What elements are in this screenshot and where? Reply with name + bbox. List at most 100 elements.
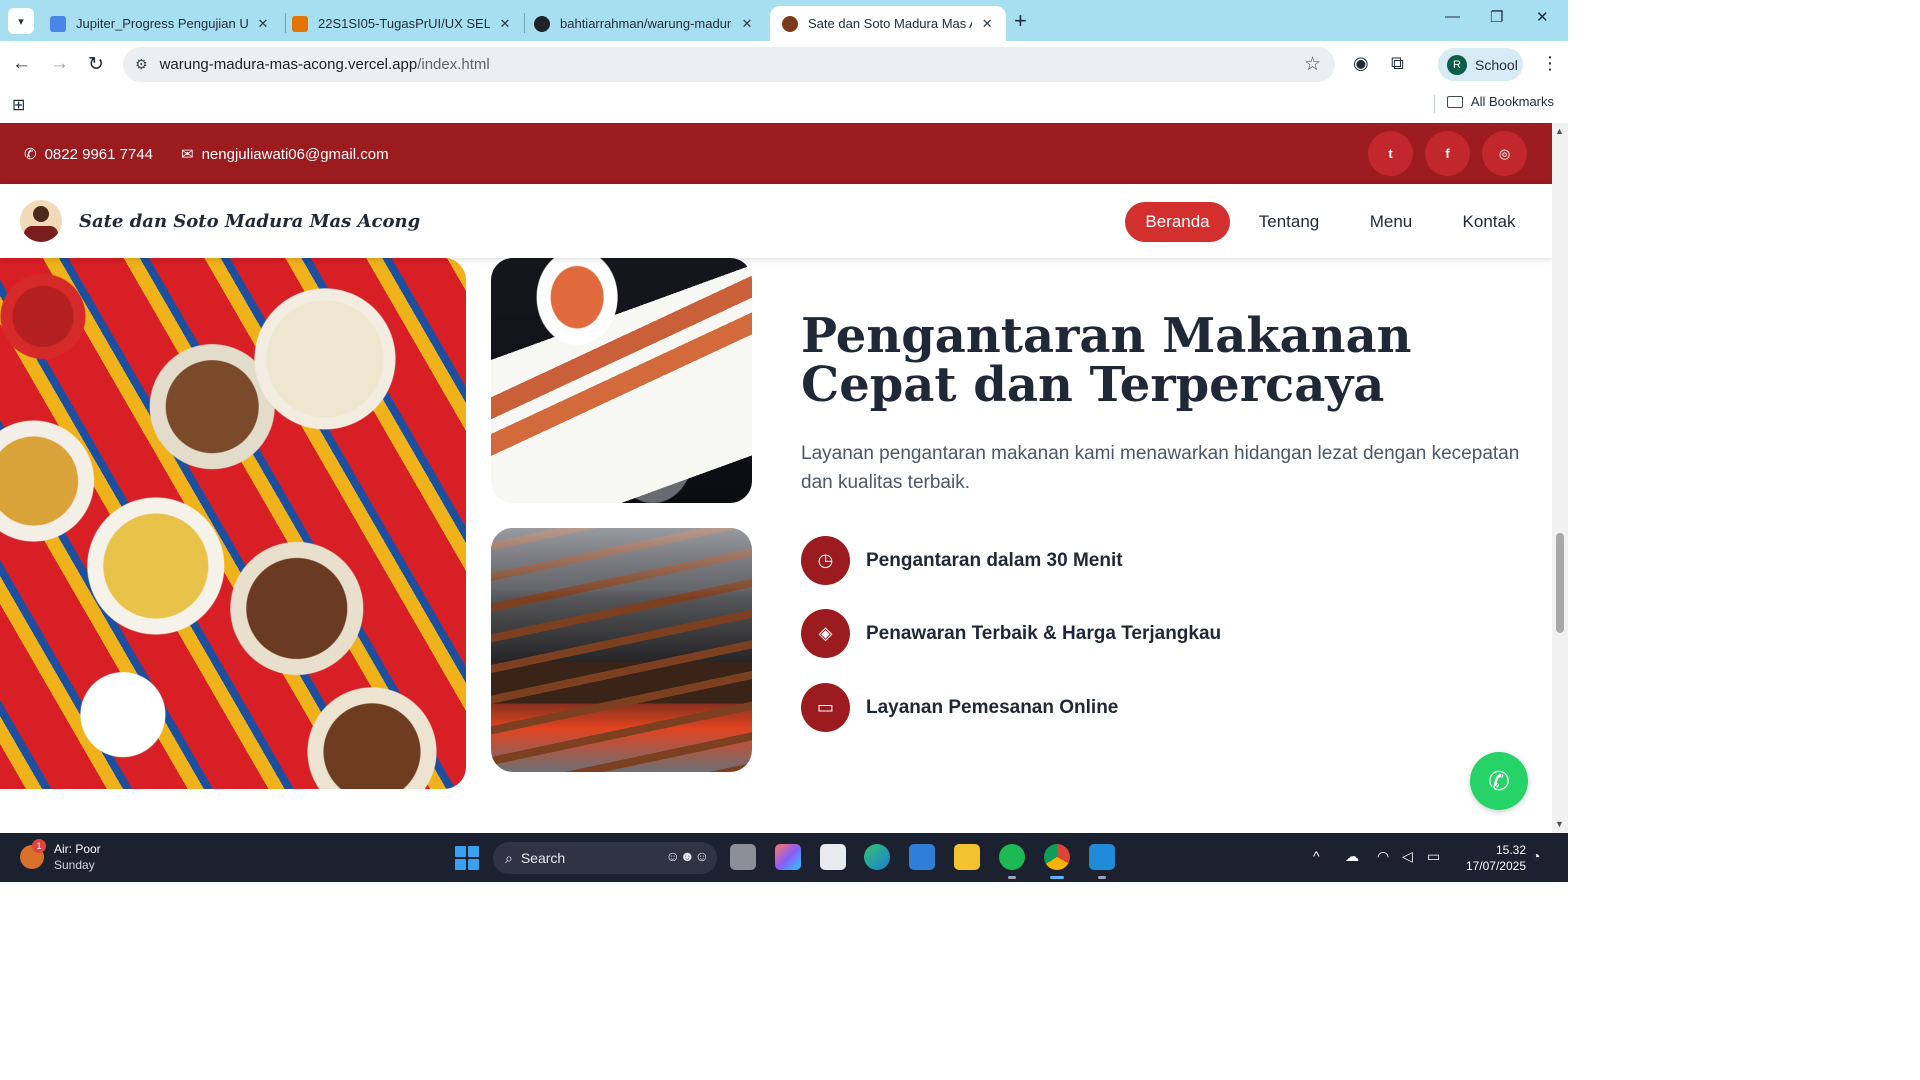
windows-start-icon[interactable]: [455, 846, 479, 870]
clock-date: 17/07/2025: [1465, 859, 1526, 873]
system-clock[interactable]: 15.32 17/07/2025: [1460, 842, 1526, 874]
url-text[interactable]: warung-madura-mas-acong.vercel.app/index…: [160, 56, 490, 73]
page-scrollbar[interactable]: ▲ ▼: [1552, 123, 1568, 833]
microsoft-store-icon[interactable]: [820, 844, 846, 870]
feature-item: ◷ Pengantaran dalam 30 Menit: [801, 536, 1123, 585]
brand-name[interactable]: Sate dan Soto Madura Mas Acong: [79, 211, 420, 232]
feature-item: ◈ Penawaran Terbaik & Harga Terjangkau: [801, 609, 1221, 658]
phone-contact[interactable]: ✆ 0822 9961 7744: [24, 145, 154, 164]
file-explorer-icon[interactable]: [954, 844, 980, 870]
scroll-down-arrow-icon[interactable]: ▼: [1555, 819, 1564, 829]
search-icon: ⌕: [505, 849, 513, 866]
folder-icon: [1446, 95, 1463, 108]
nav-kontak[interactable]: Kontak: [1450, 202, 1528, 242]
restore-icon[interactable]: ❐: [1490, 8, 1503, 26]
taskbar-search[interactable]: ⌕ Search ☺☻☺: [493, 842, 717, 874]
apps-grid-icon[interactable]: ⊞: [12, 95, 25, 115]
bookmark-star-icon[interactable]: ☆: [1304, 53, 1321, 76]
chevron-down-icon: ▾: [18, 15, 24, 28]
tab-github[interactable]: bahtiarrahman/warung-madura ✕: [522, 6, 767, 41]
scroll-up-arrow-icon[interactable]: ▲: [1555, 126, 1564, 136]
phone-number: 0822 9961 7744: [44, 145, 154, 163]
nav-tentang[interactable]: Tentang: [1246, 202, 1332, 242]
smoke-overlay: [491, 528, 752, 598]
tag-icon: ◈: [801, 609, 850, 658]
hero-description: Layanan pengantaran makanan kami menawar…: [801, 443, 1520, 493]
page-viewport: ✆ 0822 9961 7744 ✉ nengjuliawati06@gmail…: [0, 123, 1552, 833]
whatsapp-icon: ✆: [1488, 765, 1510, 796]
email-address: nengjuliawati06@gmail.com: [201, 145, 389, 163]
notification-bell-icon[interactable]: ◔: [1532, 848, 1540, 864]
close-icon[interactable]: ✕: [980, 16, 994, 32]
clock-time: 15.32: [1495, 843, 1526, 857]
task-view-icon[interactable]: [730, 844, 756, 870]
forward-arrow-icon[interactable]: →: [50, 53, 69, 75]
volume-icon[interactable]: ◁: [1402, 848, 1413, 865]
feature-label: Penawaran Terbaik & Harga Terjangkau: [866, 622, 1222, 644]
python-editor-icon[interactable]: [909, 844, 935, 870]
copilot-extension-icon[interactable]: ◉: [1353, 53, 1369, 74]
minimize-icon[interactable]: —: [1445, 8, 1460, 25]
tab-search-button[interactable]: ▾: [8, 8, 34, 34]
feature-label: Layanan Pemesanan Online: [866, 696, 1119, 718]
new-tab-button[interactable]: +: [1014, 8, 1027, 34]
tab-title: Sate dan Soto Madura Mas Acong: [808, 16, 972, 31]
close-icon[interactable]: ✕: [256, 16, 270, 32]
tab-strip: ▾ Jupiter_Progress Pengujian UEC ✕ 22S1S…: [0, 0, 1568, 41]
feature-item: ▭ Layanan Pemesanan Online: [801, 683, 1118, 732]
instagram-button[interactable]: ◎: [1482, 131, 1527, 176]
bookmarks-divider: [1434, 95, 1435, 113]
site-info-icon[interactable]: ⚙: [135, 56, 148, 73]
notification-badge: 1: [32, 839, 46, 853]
close-icon[interactable]: ✕: [740, 16, 754, 32]
site-favicon-icon: [782, 15, 798, 32]
extensions-puzzle-icon[interactable]: ⧉: [1391, 53, 1404, 74]
phone-icon: ✆: [24, 146, 37, 163]
github-favicon-icon: [534, 15, 550, 32]
whatsapp-button[interactable]: ✆: [1470, 752, 1528, 810]
tab-tugas[interactable]: 22S1SI05-TugasPrUI/UX SELASA ✕: [280, 6, 525, 41]
instagram-icon: ◎: [1498, 145, 1511, 161]
twitter-button[interactable]: t: [1368, 131, 1413, 176]
email-contact[interactable]: ✉ nengjuliawati06@gmail.com: [181, 145, 389, 164]
profile-button[interactable]: R School: [1438, 48, 1523, 81]
close-icon[interactable]: ✕: [498, 16, 512, 32]
air-quality-icon: 1: [20, 839, 46, 869]
profile-avatar: R: [1447, 54, 1467, 75]
nav-menu[interactable]: Menu: [1356, 202, 1426, 242]
nav-beranda[interactable]: Beranda: [1125, 202, 1230, 242]
feature-label: Pengantaran dalam 30 Menit: [866, 549, 1123, 571]
weather-widget[interactable]: 1 Air: Poor Sunday: [20, 839, 101, 873]
menu-kebab-icon[interactable]: ⋮: [1541, 53, 1559, 74]
tab-title: 22S1SI05-TugasPrUI/UX SELASA: [318, 16, 490, 31]
twitter-icon: t: [1388, 146, 1393, 161]
battery-icon[interactable]: ▭: [1427, 848, 1440, 865]
tray-overflow-icon[interactable]: ^: [1313, 848, 1320, 864]
onedrive-icon[interactable]: ☁: [1345, 848, 1359, 865]
logo-mascot-body: [24, 226, 58, 242]
edge-icon[interactable]: [864, 844, 890, 870]
search-label: Search: [520, 850, 566, 866]
chrome-icon[interactable]: [1044, 844, 1070, 879]
tab-title: Jupiter_Progress Pengujian UEC: [76, 16, 248, 31]
contact-topbar: ✆ 0822 9961 7744 ✉ nengjuliawati06@gmail…: [0, 123, 1552, 184]
tab-sate-active[interactable]: Sate dan Soto Madura Mas Acong ✕: [770, 6, 1006, 41]
scrollbar-thumb[interactable]: [1556, 533, 1564, 633]
all-bookmarks-button[interactable]: All Bookmarks: [1446, 94, 1554, 109]
tab-jupiter[interactable]: Jupiter_Progress Pengujian UEC ✕: [38, 6, 283, 41]
weather-title: Air: Poor: [54, 842, 101, 856]
wifi-icon[interactable]: ◠: [1377, 848, 1389, 865]
brand-logo[interactable]: [20, 200, 62, 242]
spotify-icon[interactable]: [999, 844, 1025, 879]
envelope-icon: ✉: [181, 146, 194, 163]
back-arrow-icon[interactable]: ←: [12, 53, 31, 75]
window-close-icon[interactable]: ✕: [1536, 8, 1549, 26]
reload-icon[interactable]: ↻: [88, 53, 104, 76]
address-bar[interactable]: ⚙ warung-madura-mas-acong.vercel.app/ind…: [123, 47, 1335, 82]
copilot-icon[interactable]: [775, 844, 801, 870]
facebook-button[interactable]: f: [1425, 131, 1470, 176]
docs-favicon-icon: [50, 15, 66, 32]
laptop-icon: ▭: [801, 683, 850, 732]
profile-label: School: [1475, 56, 1518, 73]
vscode-icon[interactable]: [1089, 844, 1115, 879]
